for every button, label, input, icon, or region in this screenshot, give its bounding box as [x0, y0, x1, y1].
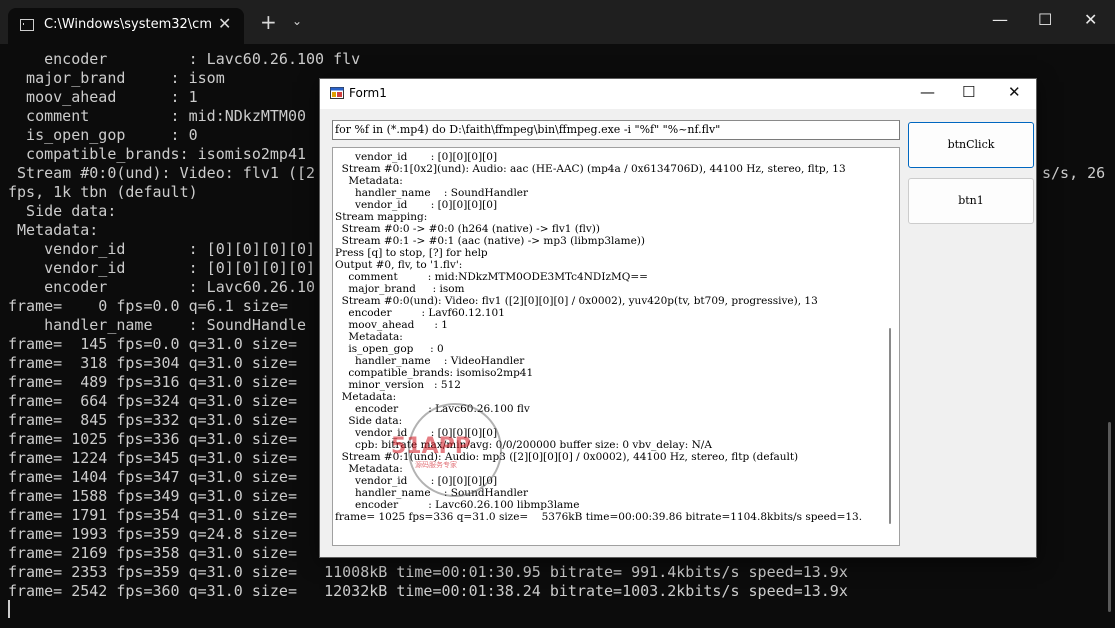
terminal-line: encoder : Lavc60.26.10	[8, 278, 316, 296]
terminal-line: frame= 318 fps=304 q=31.0 size=	[8, 354, 297, 372]
output-line: comment : mid:NDkzMTM0ODE3MTc4NDIzMQ==	[335, 271, 648, 283]
terminal-line: frame= 1404 fps=347 q=31.0 size=	[8, 468, 297, 486]
terminal-text-fragment: s/s, 26	[1042, 164, 1106, 182]
output-line: Stream #0:0(und): Video: flv1 ([2][0][0]…	[335, 295, 818, 307]
terminal-line: Metadata:	[8, 221, 99, 239]
terminal-line: frame= 2169 fps=358 q=31.0 size=	[8, 544, 297, 562]
terminal-line: major_brand : isom	[8, 69, 225, 87]
window-close-button[interactable]: ✕	[1084, 10, 1097, 29]
btnclick-button[interactable]: btnClick	[908, 122, 1034, 168]
watermark-brand: 51APP	[391, 434, 471, 459]
output-line: Press [q] to stop, [?] for help	[335, 247, 488, 259]
close-tab-icon[interactable]: ✕	[218, 14, 231, 33]
form-app-icon	[330, 87, 344, 99]
form1-window: Form1 — ☐ ✕ for %f in (*.mp4) do D:\fait…	[319, 78, 1037, 558]
maximize-button[interactable]: ☐	[1038, 10, 1052, 29]
watermark-tagline: 源码服务专家	[415, 461, 457, 469]
output-line: Stream #0:1 -> #0:1 (aac (native) -> mp3…	[335, 235, 645, 247]
terminal-line: is_open_gop : 0	[8, 126, 198, 144]
output-line: vendor_id : [0][0][0][0]	[335, 151, 498, 163]
cmd-icon	[20, 19, 34, 31]
output-line: Stream #0:0 -> #0:0 (h264 (native) -> fl…	[335, 223, 601, 235]
terminal-tab[interactable]: C:\Windows\system32\cmd.e: ✕	[8, 8, 244, 44]
terminal-line: frame= 2353 fps=359 q=31.0 size= 11008kB…	[8, 563, 848, 581]
output-line: minor_version : 512	[335, 379, 461, 391]
form-titlebar: Form1 — ☐ ✕	[320, 79, 1036, 109]
output-line: handler_name : SoundHandler	[335, 187, 529, 199]
new-tab-button[interactable]: +	[260, 12, 277, 32]
output-line: Stream mapping:	[335, 211, 428, 223]
terminal-line: frame= 489 fps=316 q=31.0 size=	[8, 373, 297, 391]
terminal-line: Side data:	[8, 202, 117, 220]
terminal-line: handler_name : SoundHandle	[8, 316, 307, 334]
form-minimize-button[interactable]: —	[920, 83, 935, 101]
btn1-button[interactable]: btn1	[908, 178, 1034, 224]
output-line: is_open_gop : 0	[335, 343, 444, 355]
terminal-line: vendor_id : [0][0][0][0]	[8, 240, 316, 258]
output-line: Metadata:	[335, 175, 403, 187]
terminal-line: moov_ahead : 1	[8, 88, 198, 106]
terminal-cursor	[8, 600, 10, 618]
terminal-line: frame= 1993 fps=359 q=24.8 size=	[8, 525, 297, 543]
terminal-line: frame= 1224 fps=345 q=31.0 size=	[8, 449, 297, 467]
minimize-button[interactable]: —	[992, 10, 1008, 29]
terminal-line: frame= 1025 fps=336 q=31.0 size=	[8, 430, 297, 448]
output-line: Stream #0:1[0x2](und): Audio: aac (HE-AA…	[335, 163, 846, 175]
output-line: encoder : Lavc60.26.100 libmp3lame	[335, 499, 580, 511]
output-line: Side data:	[335, 415, 403, 427]
form-maximize-button[interactable]: ☐	[962, 83, 975, 101]
output-scrollbar[interactable]	[889, 328, 891, 524]
terminal-line: encoder : Lavc60.26.100 flv	[8, 50, 361, 68]
form-close-button[interactable]: ✕	[1008, 83, 1021, 101]
terminal-line: frame= 0 fps=0.0 q=6.1 size=	[8, 297, 288, 315]
terminal-scrollbar[interactable]	[1108, 422, 1111, 612]
terminal-line: frame= 2542 fps=360 q=31.0 size= 12032kB…	[8, 582, 848, 600]
output-textbox[interactable]: vendor_id : [0][0][0][0] Stream #0:1[0x2…	[332, 147, 900, 546]
terminal-line: frame= 664 fps=324 q=31.0 size=	[8, 392, 297, 410]
output-line: compatible_brands: isomiso2mp41	[335, 367, 534, 379]
output-line: Output #0, flv, to '1.flv':	[335, 259, 463, 271]
form-title: Form1	[349, 86, 387, 100]
terminal-line: frame= 845 fps=332 q=31.0 size=	[8, 411, 297, 429]
terminal-titlebar: C:\Windows\system32\cmd.e: ✕ + ⌄ — ☐ ✕	[0, 0, 1115, 44]
output-line: Metadata:	[335, 331, 403, 343]
terminal-line: vendor_id : [0][0][0][0]	[8, 259, 316, 277]
output-line: moov_ahead : 1	[335, 319, 448, 331]
terminal-line: compatible_brands: isomiso2mp41	[8, 145, 307, 163]
output-line: Metadata:	[335, 391, 397, 403]
output-line: encoder : Lavf60.12.101	[335, 307, 505, 319]
output-line: vendor_id : [0][0][0][0]	[335, 199, 498, 211]
output-line: Metadata:	[335, 463, 403, 475]
terminal-line: frame= 1588 fps=349 q=31.0 size=	[8, 487, 297, 505]
output-line: major_brand : isom	[335, 283, 465, 295]
terminal-line: frame= 145 fps=0.0 q=31.0 size=	[8, 335, 297, 353]
command-textbox[interactable]: for %f in (*.mp4) do D:\faith\ffmpeg\bin…	[332, 120, 900, 140]
terminal-line: frame= 1791 fps=354 q=31.0 size=	[8, 506, 297, 524]
terminal-line: comment : mid:NDkzMTM00	[8, 107, 307, 125]
tab-title: C:\Windows\system32\cmd.e:	[44, 17, 212, 32]
terminal-line: fps, 1k tbn (default)	[8, 183, 198, 201]
output-line: handler_name : VideoHandler	[335, 355, 525, 367]
output-line: frame= 1025 fps=336 q=31.0 size= 5376kB …	[335, 511, 863, 523]
terminal-line: Stream #0:0(und): Video: flv1 ([2	[8, 164, 316, 182]
chevron-down-icon[interactable]: ⌄	[292, 14, 302, 28]
